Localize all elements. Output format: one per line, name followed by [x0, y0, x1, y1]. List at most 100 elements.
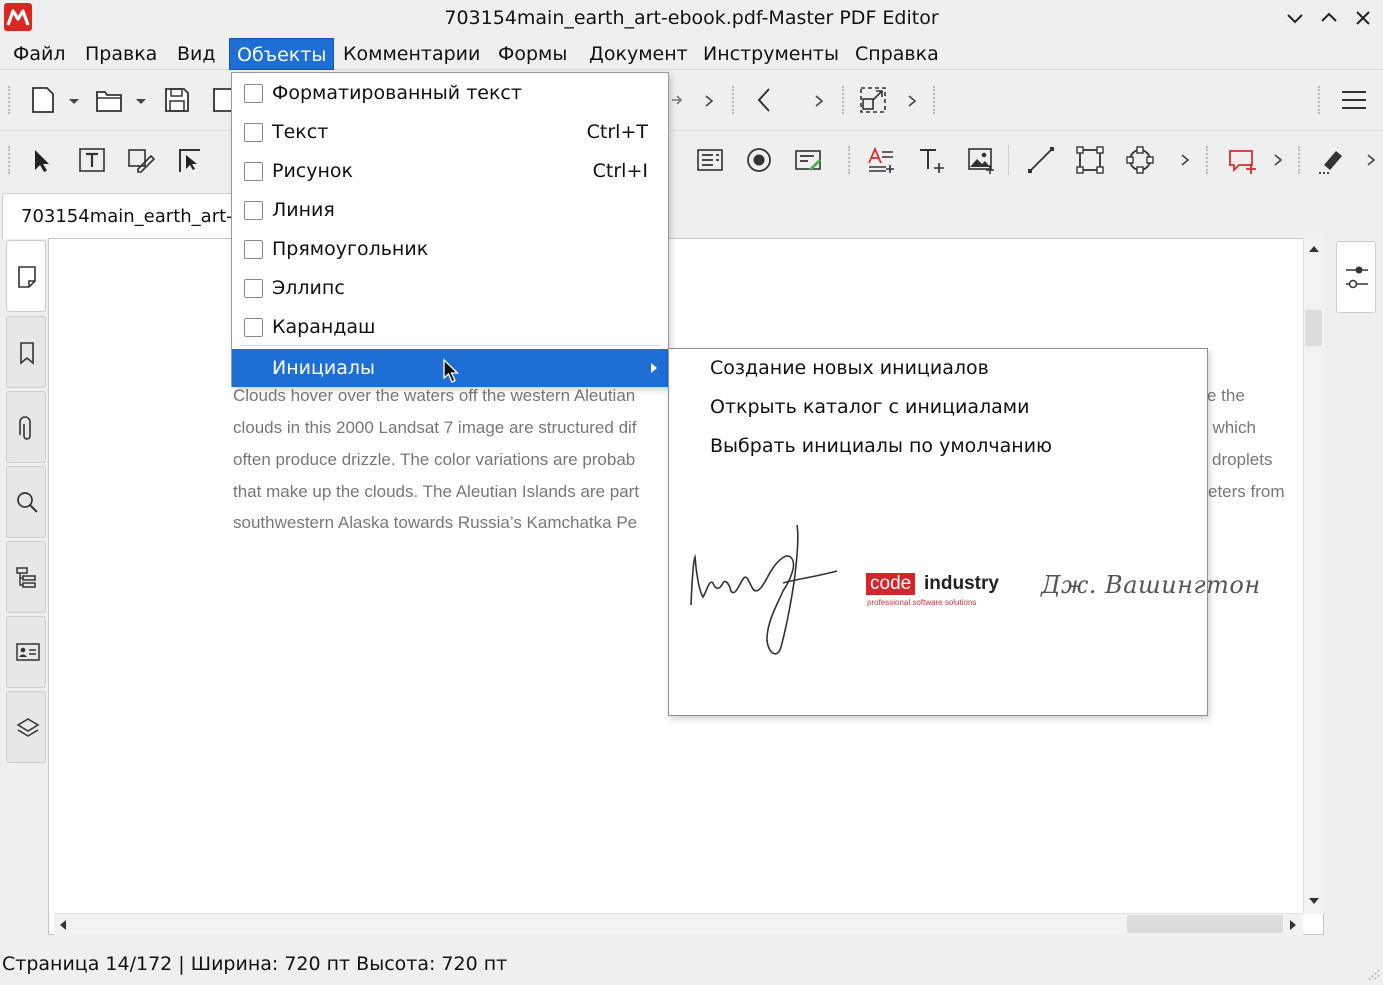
- checkbox[interactable]: [244, 162, 263, 181]
- menu-document[interactable]: Документ: [582, 38, 695, 70]
- toolbar-grip[interactable]: [1298, 146, 1302, 174]
- menu-item-line[interactable]: Линия: [232, 191, 668, 230]
- resize-grip-icon[interactable]: [1365, 966, 1381, 982]
- add-text-icon[interactable]: [916, 145, 946, 175]
- horizontal-scrollbar[interactable]: [54, 913, 1303, 935]
- checkbox[interactable]: [244, 318, 263, 337]
- chevron-down-icon[interactable]: [67, 92, 81, 110]
- add-comment-icon[interactable]: [1227, 145, 1257, 175]
- submenu-arrow-icon: [650, 362, 658, 374]
- new-document-icon[interactable]: [28, 85, 58, 115]
- menu-item-label: Текст: [272, 121, 329, 143]
- scroll-up-icon[interactable]: [1307, 244, 1321, 254]
- menu-file[interactable]: Файл: [6, 38, 73, 70]
- checkbox[interactable]: [244, 123, 263, 142]
- submenu-item-create-initials[interactable]: Создание новых инициалов: [710, 349, 989, 388]
- line-tool-icon[interactable]: [1026, 145, 1056, 175]
- ellipse-tool-icon[interactable]: [1125, 145, 1155, 175]
- tab-document[interactable]: 703154main_earth_art-: [2, 193, 262, 239]
- scroll-down-icon[interactable]: [1307, 896, 1321, 906]
- sidebar-signatures-button[interactable]: [6, 616, 46, 688]
- handwritten-signature-icon[interactable]: [687, 521, 841, 661]
- signature-field-icon[interactable]: [793, 145, 823, 175]
- list-box-icon[interactable]: [695, 145, 725, 175]
- scroll-right-icon[interactable]: [1288, 918, 1298, 932]
- side-panel: [6, 240, 46, 770]
- edit-object-icon[interactable]: [126, 145, 156, 175]
- select-arrow-icon[interactable]: [27, 145, 57, 175]
- horizontal-scroll-thumb[interactable]: [1127, 915, 1283, 933]
- edit-forms-icon[interactable]: [175, 145, 205, 175]
- menu-help[interactable]: Справка: [848, 38, 946, 70]
- document-text-line: droplets: [1212, 450, 1273, 469]
- chevron-right-icon[interactable]: [1364, 151, 1378, 169]
- scroll-left-icon[interactable]: [58, 918, 68, 932]
- main-toolbar: [0, 72, 1383, 188]
- menu-comments[interactable]: Комментарии: [336, 38, 487, 70]
- chevron-right-icon[interactable]: [1178, 151, 1192, 169]
- document-text-line: clouds in this 2000 Landsat 7 image are …: [233, 418, 637, 437]
- hamburger-menu-icon[interactable]: [1340, 85, 1370, 115]
- chevron-right-icon[interactable]: [905, 92, 919, 110]
- menu-item-pencil[interactable]: Карандаш: [232, 308, 668, 347]
- sidebar-layers-button[interactable]: [6, 691, 46, 763]
- chevron-right-icon[interactable]: [812, 92, 826, 110]
- minimize-icon[interactable]: [1282, 6, 1308, 30]
- menu-item-image[interactable]: Рисунок Ctrl+I: [232, 152, 668, 191]
- properties-panel-button[interactable]: [1336, 241, 1376, 313]
- add-formatted-text-icon[interactable]: [866, 145, 896, 175]
- menu-item-shortcut: Ctrl+I: [592, 160, 648, 182]
- save-icon[interactable]: [162, 85, 192, 115]
- toolbar-grip[interactable]: [842, 86, 846, 114]
- sidebar-bookmarks-button[interactable]: [6, 316, 46, 388]
- checkbox[interactable]: [244, 240, 263, 259]
- menu-item-label: Линия: [272, 199, 335, 221]
- menu-edit[interactable]: Правка: [78, 38, 164, 70]
- toolbar-grip[interactable]: [933, 86, 937, 114]
- toolbar-grip[interactable]: [1318, 86, 1322, 114]
- rectangle-tool-icon[interactable]: [1075, 145, 1105, 175]
- menu-item-formatted-text[interactable]: Форматированный текст: [232, 74, 668, 113]
- chevron-down-icon[interactable]: [134, 92, 148, 110]
- sidebar-pages-button[interactable]: [6, 240, 46, 312]
- edit-text-icon[interactable]: [77, 145, 107, 175]
- menu-view[interactable]: Вид: [170, 38, 223, 70]
- sidebar-structure-button[interactable]: [6, 541, 46, 613]
- toolbar-grip[interactable]: [1206, 146, 1210, 174]
- previous-page-icon[interactable]: [750, 85, 780, 115]
- menu-item-label: Инициалы: [272, 357, 376, 379]
- menu-item-shortcut: Ctrl+T: [586, 121, 648, 143]
- toolbar-grip[interactable]: [8, 146, 12, 174]
- toolbar-grip[interactable]: [8, 86, 12, 114]
- menu-item-ellipse[interactable]: Эллипс: [232, 269, 668, 308]
- signature-washington[interactable]: Дж. Вашингтон: [1041, 571, 1261, 599]
- close-icon[interactable]: [1350, 6, 1376, 30]
- code-industry-logo[interactable]: code: [866, 573, 916, 595]
- checkbox[interactable]: [244, 201, 263, 220]
- document-text-line: Clouds hover over the waters off the wes…: [233, 386, 636, 405]
- chevron-right-icon[interactable]: [1271, 151, 1285, 169]
- menu-item-text[interactable]: Текст Ctrl+T: [232, 113, 668, 152]
- arrow-right-icon[interactable]: [670, 91, 684, 109]
- vertical-scroll-thumb[interactable]: [1305, 310, 1322, 346]
- toolbar-grip[interactable]: [848, 146, 852, 174]
- menu-item-rectangle[interactable]: Прямоугольник: [232, 230, 668, 269]
- menu-objects[interactable]: Объекты: [229, 38, 335, 70]
- chevron-right-icon[interactable]: [702, 92, 716, 110]
- submenu-item-open-initials-catalog[interactable]: Открыть каталог с инициалами: [710, 388, 1029, 427]
- menu-tools[interactable]: Инструменты: [696, 38, 846, 70]
- checkbox[interactable]: [244, 279, 263, 298]
- eraser-icon[interactable]: [1316, 145, 1346, 175]
- sidebar-search-button[interactable]: [6, 466, 46, 538]
- open-folder-icon[interactable]: [94, 85, 124, 115]
- submenu-item-default-initials[interactable]: Выбрать инициалы по умолчанию: [710, 427, 1052, 466]
- radio-button-icon[interactable]: [744, 145, 774, 175]
- document-text-line: e the: [1207, 386, 1245, 405]
- sidebar-attachments-button[interactable]: [6, 391, 46, 463]
- checkbox[interactable]: [244, 84, 263, 103]
- add-image-icon[interactable]: [966, 145, 996, 175]
- maximize-icon[interactable]: [1316, 6, 1342, 30]
- toolbar-grip[interactable]: [732, 86, 736, 114]
- menu-forms[interactable]: Формы: [491, 38, 574, 70]
- fit-page-icon[interactable]: [858, 85, 888, 115]
